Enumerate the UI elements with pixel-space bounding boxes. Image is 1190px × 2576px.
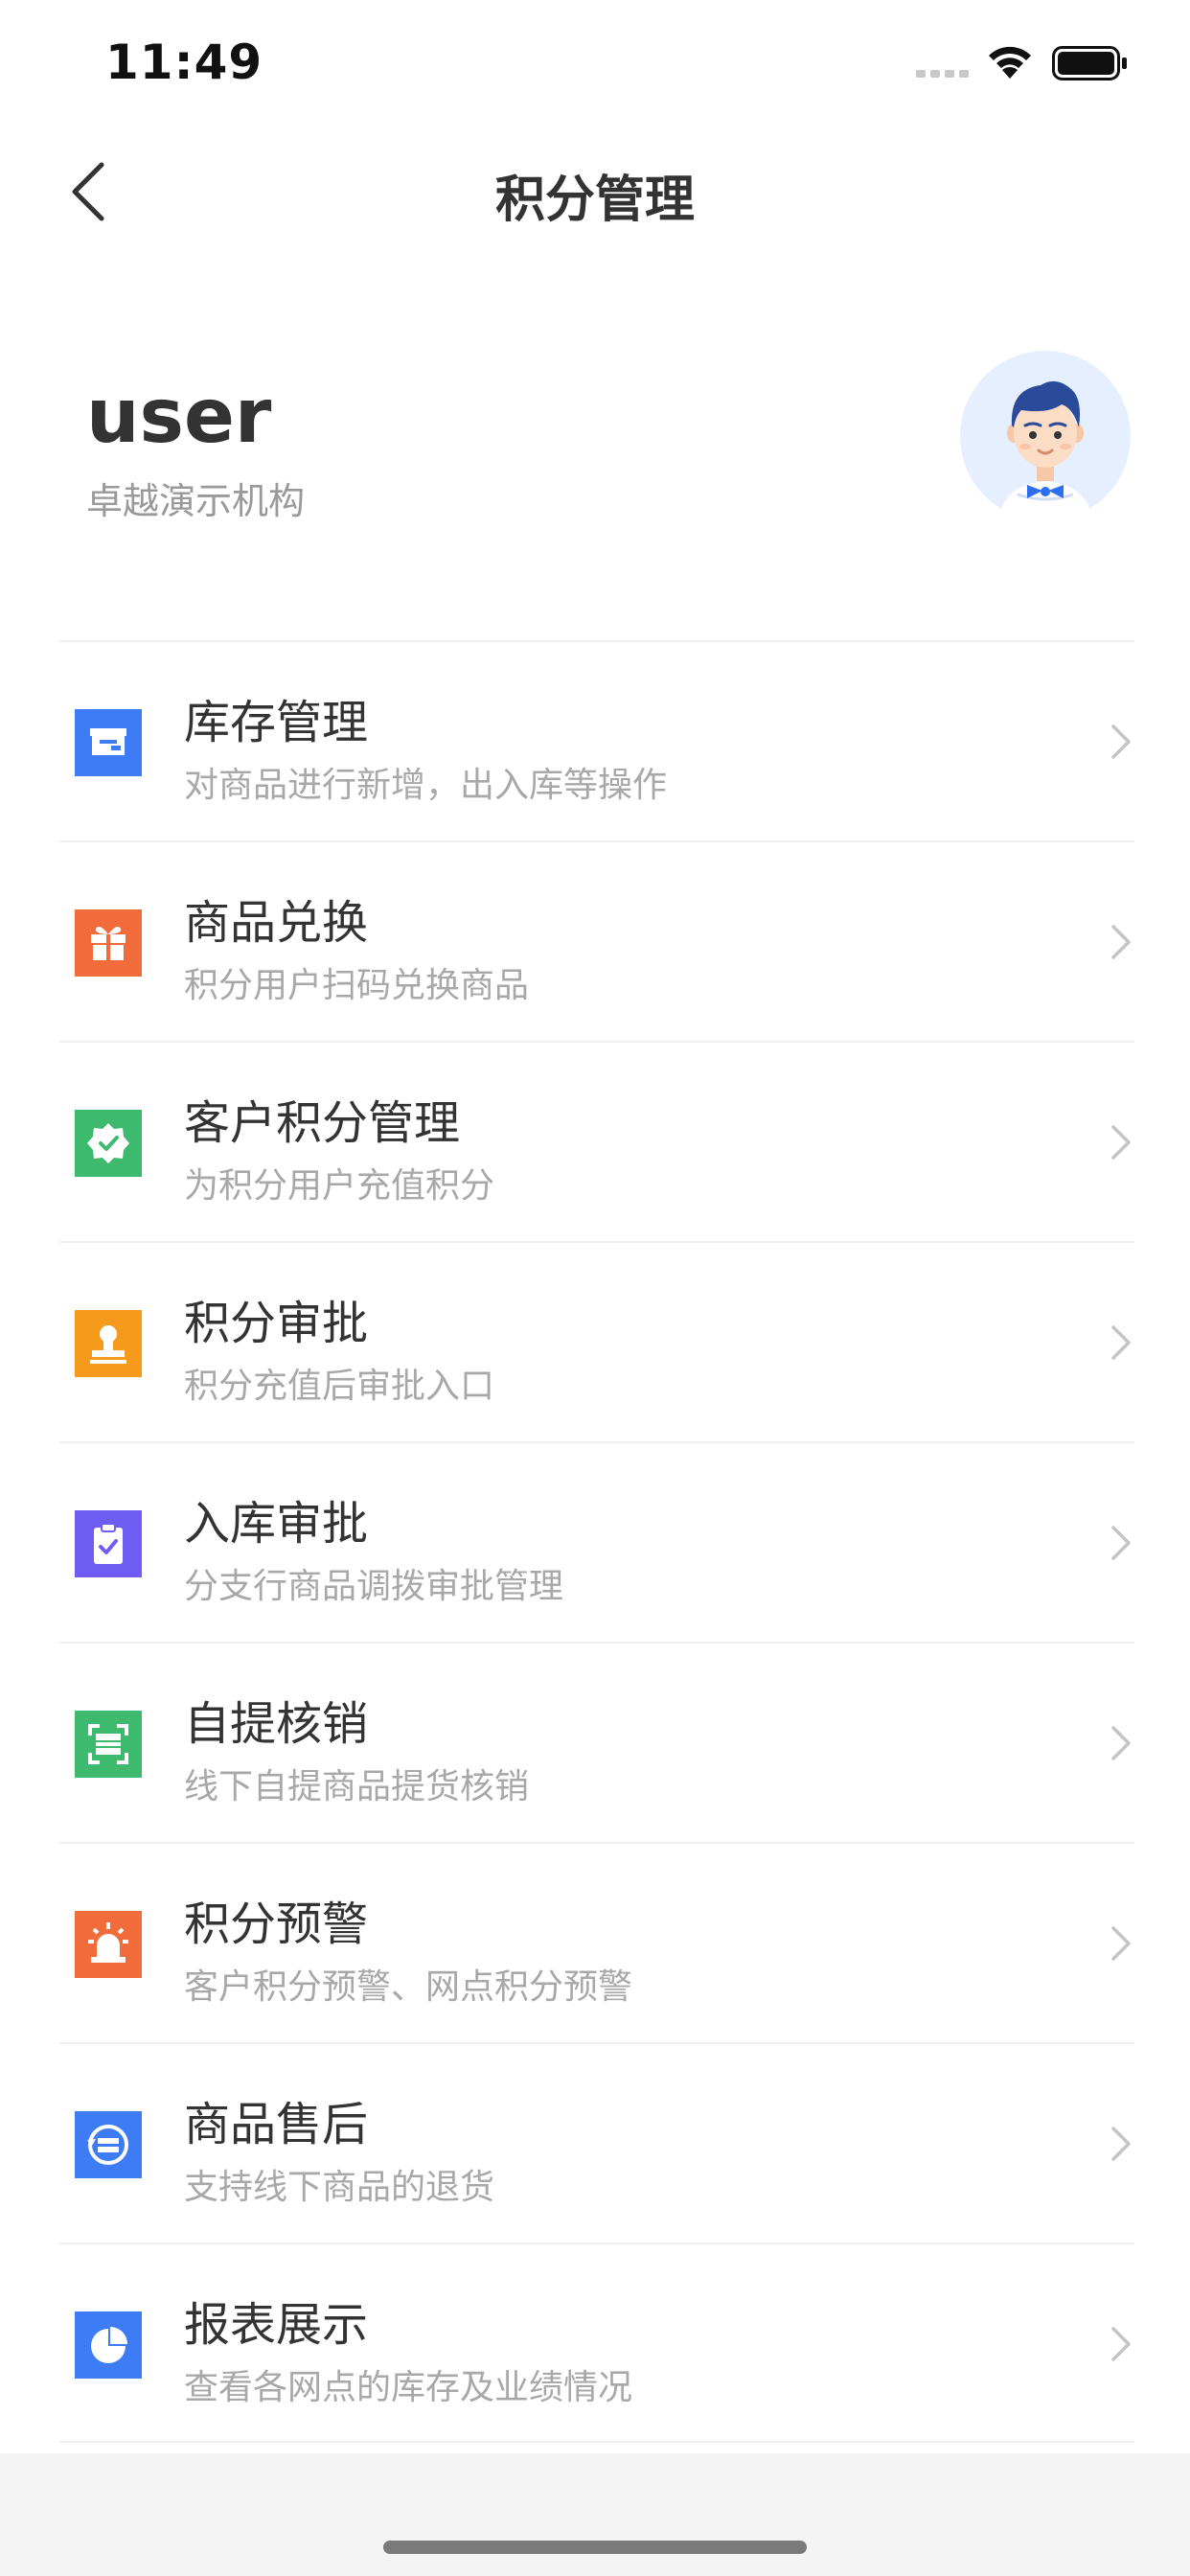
chevron-right-icon — [1111, 1526, 1131, 1560]
menu-item-desc: 积分充值后审批入口 — [184, 1367, 495, 1406]
menu-item-title: 商品兑换 — [184, 896, 369, 950]
menu-item-desc: 对商品进行新增，出入库等操作 — [184, 766, 668, 805]
signal-icon — [916, 70, 969, 78]
menu-item-points-alert[interactable]: 积分预警 客户积分预警、网点积分预警 — [59, 1842, 1134, 2042]
home-indicator[interactable] — [383, 2541, 807, 2554]
menu-item-pickup-verify[interactable]: 自提核销 线下自提商品提货核销 — [59, 1642, 1134, 1842]
menu-list: 库存管理 对商品进行新增，出入库等操作 商品兑换 积分用户扫码兑换商品 客户积分… — [59, 640, 1134, 2443]
wifi-icon — [989, 46, 1031, 79]
refund-icon — [75, 2111, 142, 2178]
menu-item-title: 自提核销 — [184, 1697, 369, 1751]
avatar-illustration-icon — [998, 380, 1092, 521]
chevron-right-icon — [1111, 1125, 1131, 1160]
avatar[interactable] — [960, 351, 1131, 521]
gift-icon — [75, 909, 142, 977]
box-icon — [75, 709, 142, 776]
menu-item-customer-points[interactable]: 客户积分管理 为积分用户充值积分 — [59, 1041, 1134, 1241]
menu-item-desc: 为积分用户充值积分 — [184, 1166, 495, 1206]
menu-item-title: 积分预警 — [184, 1898, 369, 1951]
menu-item-reports[interactable]: 报表展示 查看各网点的库存及业绩情况 — [59, 2242, 1134, 2443]
alarm-icon — [75, 1911, 142, 1978]
menu-item-exchange[interactable]: 商品兑换 积分用户扫码兑换商品 — [59, 840, 1134, 1041]
profile-header: user 卓越演示机构 — [0, 345, 1190, 556]
status-time: 11:49 — [105, 34, 263, 90]
battery-icon — [1052, 46, 1127, 80]
chevron-right-icon — [1111, 2127, 1131, 2161]
menu-item-title: 库存管理 — [184, 696, 369, 749]
menu-item-desc: 线下自提商品提货核销 — [184, 1767, 530, 1806]
user-name: user — [86, 374, 272, 460]
organization-name: 卓越演示机构 — [86, 480, 306, 522]
menu-item-title: 积分审批 — [184, 1297, 369, 1350]
pie-chart-icon — [75, 2312, 142, 2379]
nav-bar: 积分管理 — [0, 125, 1190, 259]
menu-item-title: 入库审批 — [184, 1497, 369, 1551]
menu-item-stock-in-approval[interactable]: 入库审批 分支行商品调拨审批管理 — [59, 1441, 1134, 1642]
menu-item-desc: 积分用户扫码兑换商品 — [184, 966, 530, 1005]
page-title: 积分管理 — [494, 172, 695, 229]
menu-item-desc: 支持线下商品的退货 — [184, 2168, 495, 2207]
menu-item-title: 商品售后 — [184, 2098, 369, 2151]
scan-icon — [75, 1711, 142, 1778]
menu-item-desc: 查看各网点的库存及业绩情况 — [184, 2368, 633, 2407]
verified-badge-icon — [75, 1110, 142, 1177]
menu-item-desc: 客户积分预警、网点积分预警 — [184, 1967, 633, 2007]
menu-item-points-approval[interactable]: 积分审批 积分充值后审批入口 — [59, 1241, 1134, 1441]
status-bar: 11:49 — [0, 0, 1190, 125]
app-screen: 11:49 积分管理 user 卓越演示机构 库存管理 对商品进行新增，出入库等… — [0, 0, 1190, 2576]
chevron-right-icon — [1111, 1726, 1131, 1760]
stamp-icon — [75, 1310, 142, 1377]
menu-item-after-sales[interactable]: 商品售后 支持线下商品的退货 — [59, 2042, 1134, 2242]
chevron-right-icon — [1111, 2327, 1131, 2361]
bottom-safe-area — [0, 2453, 1190, 2576]
chevron-right-icon — [1111, 1325, 1131, 1360]
menu-item-inventory[interactable]: 库存管理 对商品进行新增，出入库等操作 — [59, 640, 1134, 840]
menu-item-title: 客户积分管理 — [184, 1096, 461, 1150]
chevron-right-icon — [1111, 1926, 1131, 1961]
clipboard-check-icon — [75, 1510, 142, 1577]
menu-item-desc: 分支行商品调拨审批管理 — [184, 1567, 564, 1606]
chevron-right-icon — [1111, 724, 1131, 759]
chevron-right-icon — [1111, 925, 1131, 959]
menu-item-title: 报表展示 — [184, 2298, 369, 2352]
